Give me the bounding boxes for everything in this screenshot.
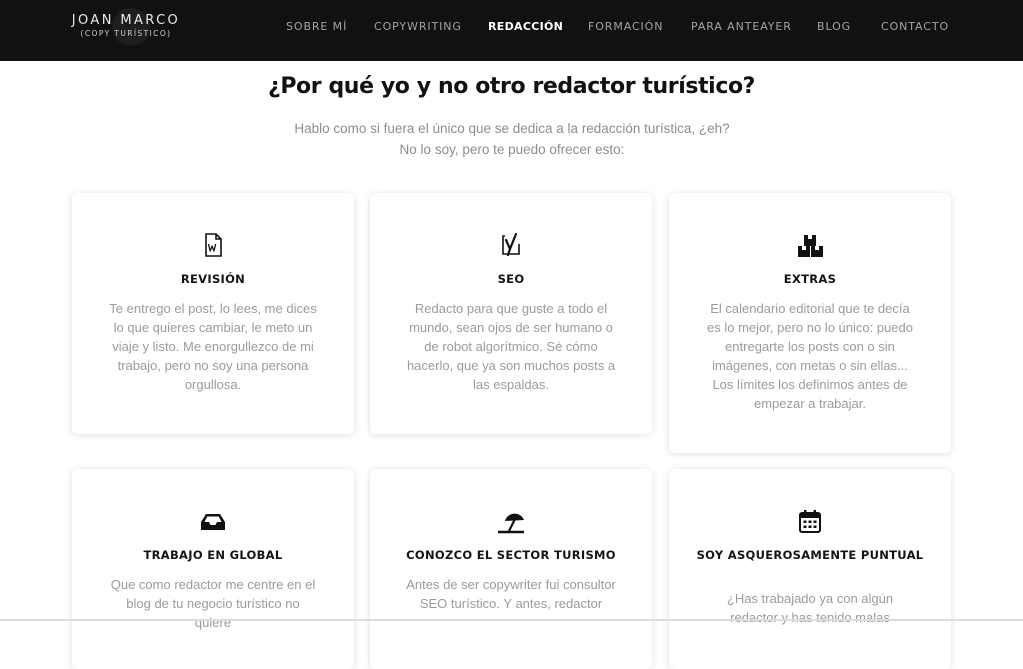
card-text: Que como redactor me centre en el blog d… xyxy=(110,577,316,630)
nav-item-para-anteayer[interactable]: PARA ANTEAYER xyxy=(691,20,792,34)
card-title: SOY ASQUEROSAMENTE PUNTUAL xyxy=(696,548,924,562)
calendar-icon xyxy=(799,510,821,533)
card-title: EXTRAS xyxy=(783,272,837,286)
card-text: Te entrego el post, lo lees, me dices lo… xyxy=(109,301,317,392)
card-text: El calendario editorial que te decía es … xyxy=(707,301,913,411)
feature-card-puntual: SOY ASQUEROSAMENTE PUNTUAL ¿Has trabajad… xyxy=(669,469,951,669)
logo-subtitle: (COPY TURÍSTICO) xyxy=(80,29,172,38)
card-title: CONOZCO EL SECTOR TURISMO xyxy=(406,548,616,562)
feature-card-sector-turismo: CONOZCO EL SECTOR TURISMO Antes de ser c… xyxy=(370,469,652,669)
top-navigation-bar: JOAN MARCO (COPY TURÍSTICO) SOBRE MÍ COP… xyxy=(0,0,1023,61)
yoast-seo-icon xyxy=(502,232,520,257)
nav-item-formacion[interactable]: FORMACIÓN xyxy=(588,20,663,34)
card-text: ¿Has trabajado ya con algún redactor y h… xyxy=(726,591,894,625)
intro-line-2: No lo soy, pero te puedo ofrecer esto: xyxy=(399,142,625,157)
feature-card-revision: REVISIÓN Te entrego el post, lo lees, me… xyxy=(72,193,354,434)
card-title: TRABAJO EN GLOBAL xyxy=(143,548,283,562)
logo-name: JOAN MARCO xyxy=(71,13,181,28)
feature-card-trabajo-en-global: TRABAJO EN GLOBAL Que como redactor me c… xyxy=(72,469,354,669)
beach-umbrella-icon xyxy=(498,513,524,534)
nav-item-contacto[interactable]: CONTACTO xyxy=(881,20,949,34)
nav-item-sobre-mi[interactable]: SOBRE MÍ xyxy=(286,20,347,34)
section-heading: ¿Por qué yo y no otro redactor turístico… xyxy=(267,74,756,99)
card-text: Antes de ser copywriter fui consultor SE… xyxy=(406,577,616,611)
card-title: SEO xyxy=(497,272,525,286)
card-text: Redacto para que guste a todo el mundo, … xyxy=(406,301,616,392)
card-title: REVISIÓN xyxy=(180,272,246,286)
boxes-icon xyxy=(798,235,823,257)
feature-card-seo: SEO Redacto para que guste a todo el mun… xyxy=(370,193,652,434)
nav-item-redaccion[interactable]: REDACCIÓN xyxy=(488,20,563,34)
feature-card-extras: EXTRAS El calendario editorial que te de… xyxy=(669,193,951,453)
word-document-icon xyxy=(205,233,222,257)
section-intro: Hablo como si fuera el único que se dedi… xyxy=(262,118,762,160)
inbox-tray-icon xyxy=(201,514,225,530)
intro-line-1: Hablo como si fuera el único que se dedi… xyxy=(294,121,730,136)
nav-item-copywriting[interactable]: COPYWRITING xyxy=(374,20,462,34)
nav-item-blog[interactable]: BLOG xyxy=(817,20,851,34)
site-logo[interactable]: JOAN MARCO (COPY TURÍSTICO) xyxy=(68,8,184,46)
